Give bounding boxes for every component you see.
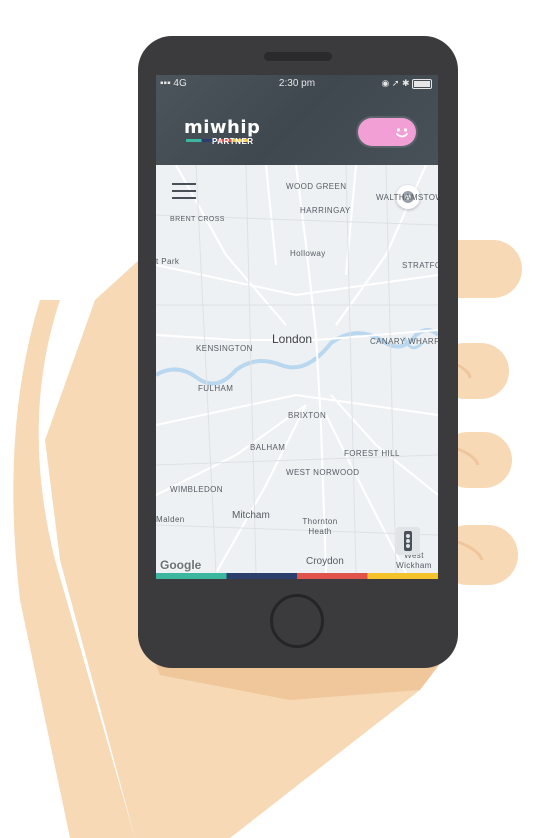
map-label: Mitcham <box>232 510 270 521</box>
phone-screen: ▪▪▪ 4G 2:30 pm ◉ ➚ ✱ miwhip PARTNER WOOD… <box>156 75 438 579</box>
status-bar: ▪▪▪ 4G 2:30 pm ◉ ➚ ✱ <box>156 75 438 93</box>
map-view[interactable]: WOOD GREEN WALTHAMSTOW HARRINGAY BRENT C… <box>156 165 438 573</box>
map-label: WIMBLEDON <box>170 485 223 494</box>
map-label: BALHAM <box>250 443 286 452</box>
home-button[interactable] <box>270 594 324 648</box>
map-label: WOOD GREEN <box>286 182 347 191</box>
map-label: Malden <box>156 515 185 524</box>
map-label: WALTHAMSTOW <box>376 193 438 202</box>
battery-icon <box>412 78 432 89</box>
location-arrow-icon: ◉ ➚ ✱ <box>381 78 410 88</box>
google-attribution[interactable]: Google <box>160 558 201 572</box>
menu-icon[interactable] <box>172 183 196 201</box>
map-label: Thornton Heath <box>302 517 338 536</box>
map-label: CANARY WHARF <box>370 337 438 346</box>
map-roads <box>156 165 438 573</box>
app-header: ▪▪▪ 4G 2:30 pm ◉ ➚ ✱ miwhip PARTNER <box>156 75 438 165</box>
app-logo: miwhip <box>184 117 261 138</box>
traffic-layer-button[interactable] <box>396 527 420 555</box>
map-label: WEST NORWOOD <box>286 468 360 477</box>
status-icons: ◉ ➚ ✱ <box>382 78 432 89</box>
map-label: Holloway <box>290 249 326 258</box>
map-label: t Park <box>156 257 180 266</box>
map-city-label: London <box>272 332 313 346</box>
availability-toggle[interactable] <box>358 118 416 146</box>
logo-subtitle: PARTNER <box>212 137 254 146</box>
traffic-light-icon <box>404 531 412 551</box>
map-label: FOREST HILL <box>344 449 400 458</box>
map-label: STRATFOR <box>402 261 438 270</box>
map-label: BRIXTON <box>288 411 327 420</box>
smiley-face-icon <box>390 120 414 144</box>
map-label: Croydon <box>306 556 344 567</box>
map-label: FULHAM <box>198 384 234 393</box>
map-label: HARRINGAY <box>300 206 351 215</box>
map-label: BRENT CROSS <box>170 216 225 223</box>
brand-color-bar <box>156 573 438 579</box>
speaker-grille <box>264 52 332 61</box>
map-label: KENSINGTON <box>196 344 253 353</box>
